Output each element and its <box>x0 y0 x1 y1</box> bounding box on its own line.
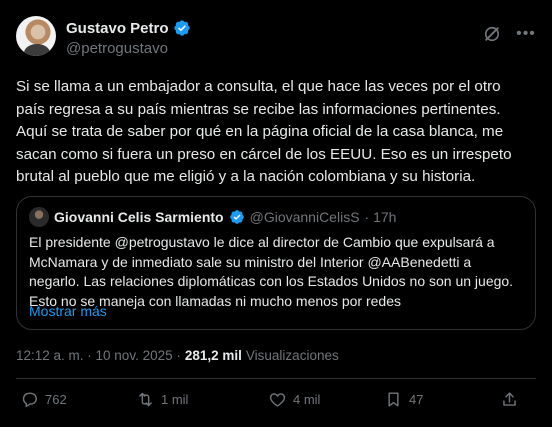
quoted-author-name: Giovanni Celis Sarmiento <box>54 209 224 225</box>
author-handle[interactable]: @petrogustavo <box>66 40 168 57</box>
quoted-author-avatar <box>29 207 49 227</box>
reply-icon <box>22 392 37 408</box>
divider <box>16 378 536 379</box>
verified-badge-icon <box>173 20 190 36</box>
action-bar: 762 1 mil 4 mil 47 <box>16 390 536 414</box>
share-button[interactable] <box>500 390 519 409</box>
reply-button[interactable]: 762 <box>20 390 67 409</box>
author-name[interactable]: Gustavo Petro <box>66 20 169 37</box>
header-actions: ••• <box>482 24 536 44</box>
more-icon[interactable]: ••• <box>516 24 536 44</box>
show-more-link[interactable]: Mostrar más <box>29 303 107 319</box>
quoted-tweet-text: El presidente @petrogustavo le dice al d… <box>29 234 514 309</box>
author-name-row: Gustavo Petro <box>66 19 191 37</box>
quoted-tweet-time: · 17h <box>364 209 397 225</box>
tweet-timestamp[interactable]: 12:12 a. m. · 10 nov. 2025 · <box>16 348 181 363</box>
share-icon <box>503 392 516 406</box>
like-icon <box>269 393 286 407</box>
tweet-header: Gustavo Petro @petrogustavo ••• <box>16 16 536 60</box>
tweet-meta: 12:12 a. m. · 10 nov. 2025 · 281,2 mil V… <box>16 348 339 363</box>
quoted-tweet-header: Giovanni Celis Sarmiento @GiovanniCelisS… <box>29 207 396 227</box>
like-button[interactable]: 4 mil <box>268 390 320 409</box>
like-count: 4 mil <box>293 392 321 407</box>
views-count: 281,2 mil <box>184 348 242 363</box>
quoted-author-handle: @GiovanniCelisS <box>249 209 360 225</box>
repost-icon <box>139 392 152 407</box>
reply-count: 762 <box>45 392 67 407</box>
bookmark-button[interactable]: 47 <box>384 390 423 409</box>
author-avatar[interactable] <box>16 16 56 56</box>
tweet-text: Si se llama a un embajador a consulta, e… <box>16 78 512 185</box>
bookmark-count: 47 <box>409 392 424 407</box>
repost-button[interactable]: 1 mil <box>136 390 188 409</box>
bookmark-icon <box>388 392 399 407</box>
views-label: Visualizaciones <box>245 348 339 363</box>
quoted-tweet[interactable]: Giovanni Celis Sarmiento @GiovanniCelisS… <box>16 196 536 330</box>
grok-icon[interactable] <box>482 24 502 44</box>
verified-badge-icon <box>229 210 244 224</box>
repost-count: 1 mil <box>161 392 189 407</box>
